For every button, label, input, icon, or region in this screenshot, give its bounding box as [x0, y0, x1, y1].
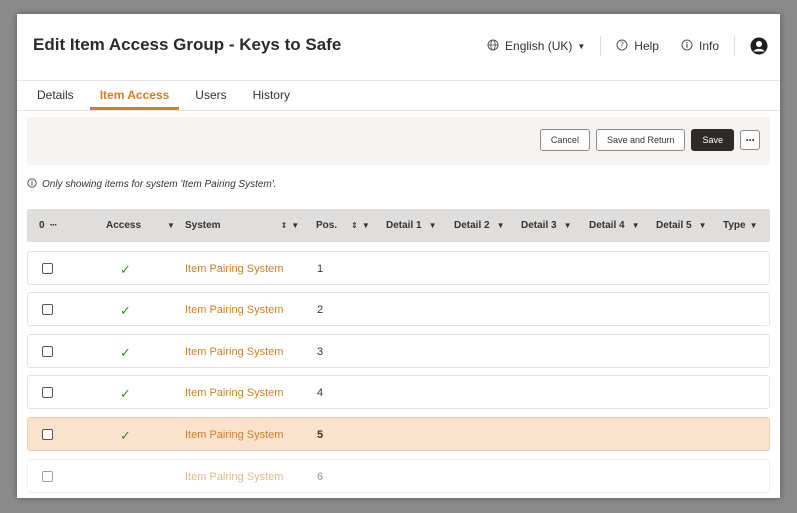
position-value: 3: [317, 346, 324, 358]
column-label-system: System: [185, 220, 221, 231]
system-link[interactable]: Item Pairing System: [185, 304, 283, 316]
tab-users[interactable]: Users: [185, 82, 236, 110]
info-label: Info: [698, 39, 719, 53]
sort-icon[interactable]: ⇕: [281, 221, 288, 230]
column-header-system[interactable]: System ⇕ ▼: [185, 220, 299, 231]
access-check-icon: ✓: [120, 303, 131, 318]
row-checkbox[interactable]: [42, 263, 53, 274]
column-label-detail5: Detail 5: [656, 220, 692, 231]
filter-notice: Only showing items for system 'Item Pair…: [27, 178, 276, 191]
access-check-icon: ✓: [120, 386, 131, 401]
table-row[interactable]: ✓ Item Pairing System 3: [27, 334, 770, 368]
tab-details[interactable]: Details: [27, 82, 84, 110]
column-header-detail2[interactable]: Detail 2 ▼: [454, 220, 505, 231]
column-label-detail1: Detail 1: [386, 220, 422, 231]
tab-history[interactable]: History: [243, 82, 300, 110]
selected-count: 0: [39, 220, 45, 231]
page-header: Edit Item Access Group - Keys to Safe En…: [17, 14, 780, 81]
globe-icon: [487, 39, 499, 54]
column-header-pos[interactable]: Pos. ⇕ ▼: [316, 220, 370, 231]
toolbar-buttons: Cancel Save and Return Save ···: [534, 129, 760, 151]
language-selector[interactable]: English (UK) ▼: [487, 39, 585, 54]
row-checkbox[interactable]: [42, 429, 53, 440]
column-header-detail1[interactable]: Detail 1 ▼: [386, 220, 437, 231]
header-divider: [600, 36, 602, 56]
save-and-return-button[interactable]: Save and Return: [595, 129, 686, 151]
column-label-type: Type: [723, 220, 746, 231]
info-button[interactable]: Info: [681, 39, 719, 54]
filter-icon[interactable]: ▼: [362, 221, 370, 230]
column-header-detail3[interactable]: Detail 3 ▼: [521, 220, 572, 231]
save-button[interactable]: Save: [691, 129, 734, 151]
page-title: Edit Item Access Group - Keys to Safe: [33, 35, 342, 54]
tab-bar: Details Item Access Users History: [17, 82, 780, 111]
table-row[interactable]: ✓ Item Pairing System 4: [27, 375, 770, 409]
table-row[interactable]: ✓ Item Pairing System 2: [27, 292, 770, 326]
system-link[interactable]: Item Pairing System: [185, 429, 283, 441]
action-toolbar: Cancel Save and Return Save ···: [27, 117, 770, 165]
column-label-detail3: Detail 3: [521, 220, 557, 231]
table-header: 0 ··· Access ▼ System ⇕ ▼ Pos. ⇕ ▼ Detai…: [27, 209, 770, 242]
user-avatar-icon[interactable]: [750, 37, 768, 55]
help-label: Help: [634, 39, 659, 53]
language-label: English (UK): [505, 39, 573, 53]
ellipsis-icon[interactable]: ···: [50, 220, 58, 231]
info-circle-icon: [681, 39, 693, 54]
column-label-access: Access: [106, 220, 142, 231]
column-header-type[interactable]: Type ▼: [723, 220, 758, 231]
access-check-icon: ✓: [120, 262, 131, 277]
column-label-detail2: Detail 2: [454, 220, 490, 231]
filter-notice-text: Only showing items for system 'Item Pair…: [42, 179, 277, 190]
app-window: Edit Item Access Group - Keys to Safe En…: [17, 14, 780, 498]
system-link[interactable]: Item Pairing System: [185, 471, 283, 483]
select-column-header[interactable]: 0 ···: [39, 220, 58, 231]
table-row[interactable]: Item Pairing System 6: [27, 459, 770, 493]
filter-icon[interactable]: ▼: [291, 221, 299, 230]
system-link[interactable]: Item Pairing System: [185, 387, 283, 399]
filter-icon[interactable]: ▼: [750, 221, 758, 230]
filter-icon[interactable]: ▼: [699, 221, 707, 230]
row-checkbox[interactable]: [42, 304, 53, 315]
info-circle-icon: [27, 178, 37, 191]
svg-text:?: ?: [620, 40, 624, 49]
position-value: 1: [317, 263, 324, 275]
row-checkbox[interactable]: [42, 346, 53, 357]
cancel-button[interactable]: Cancel: [539, 129, 590, 151]
tab-item-access[interactable]: Item Access: [89, 82, 180, 110]
header-divider: [734, 36, 735, 56]
filter-icon[interactable]: ▼: [632, 221, 640, 230]
filter-icon[interactable]: ▼: [497, 221, 505, 230]
access-check-icon: ✓: [120, 428, 131, 443]
filter-icon[interactable]: ▼: [429, 221, 437, 230]
row-checkbox[interactable]: [42, 387, 53, 398]
position-value: 5: [317, 429, 324, 441]
question-circle-icon: ?: [616, 39, 628, 54]
column-label-detail4: Detail 4: [589, 220, 625, 231]
access-check-icon: ✓: [120, 345, 131, 360]
row-checkbox[interactable]: [42, 471, 53, 482]
position-value: 4: [317, 387, 324, 399]
caret-down-icon: ▼: [577, 41, 586, 51]
sort-icon[interactable]: ⇕: [351, 221, 358, 230]
column-header-detail5[interactable]: Detail 5 ▼: [656, 220, 707, 231]
column-label-pos: Pos.: [316, 220, 338, 231]
header-actions: English (UK) ▼ ? Help Info: [487, 36, 768, 56]
system-link[interactable]: Item Pairing System: [185, 346, 283, 358]
table-row[interactable]: ✓ Item Pairing System 1: [27, 251, 770, 285]
system-link[interactable]: Item Pairing System: [185, 263, 283, 275]
help-button[interactable]: ? Help: [616, 39, 659, 54]
filter-icon[interactable]: ▼: [564, 221, 572, 230]
filter-icon[interactable]: ▼: [167, 221, 175, 230]
position-value: 6: [317, 471, 324, 483]
position-value: 2: [317, 304, 324, 316]
table-row-highlighted[interactable]: ✓ Item Pairing System 5: [27, 417, 770, 451]
column-header-access[interactable]: Access ▼: [106, 220, 175, 231]
column-header-detail4[interactable]: Detail 4 ▼: [589, 220, 640, 231]
more-options-button[interactable]: ···: [740, 130, 760, 150]
